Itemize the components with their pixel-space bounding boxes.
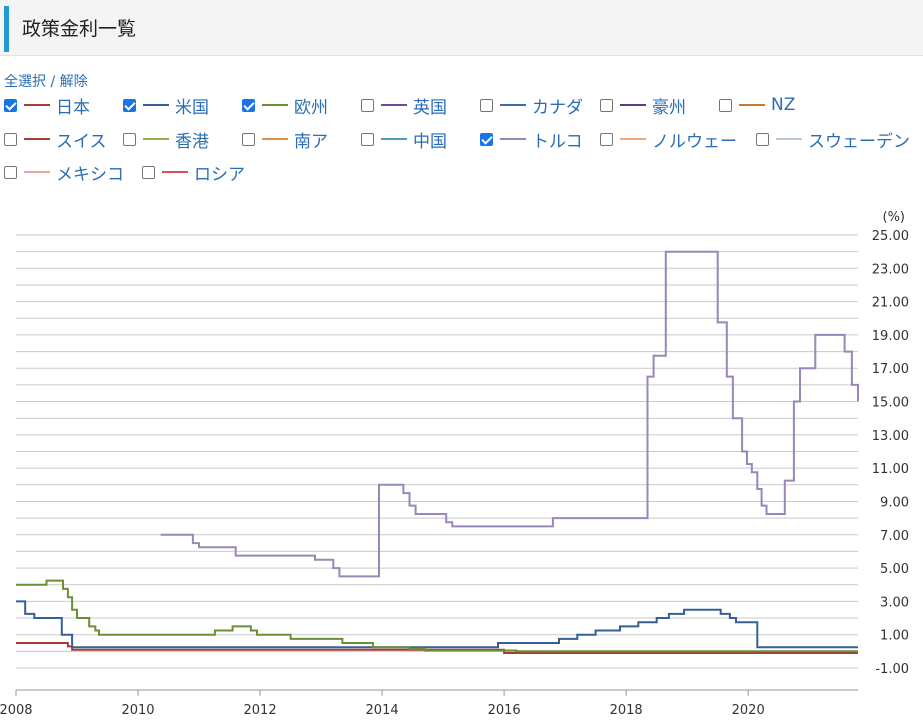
legend-swatch bbox=[24, 104, 50, 106]
legend-label: メキシコ bbox=[56, 164, 124, 185]
legend-swatch bbox=[739, 104, 765, 106]
legend-swatch bbox=[262, 104, 288, 106]
legend-item[interactable]: 香港 bbox=[123, 128, 209, 152]
legend-checkbox[interactable] bbox=[4, 132, 17, 146]
y-tick-label: 13.00 bbox=[872, 429, 909, 444]
legend-item[interactable]: スウェーデン bbox=[756, 128, 910, 152]
legend-swatch bbox=[776, 138, 802, 140]
legend-label: 英国 bbox=[413, 97, 447, 118]
legend-swatch bbox=[24, 171, 50, 173]
x-tick-label: 2014 bbox=[366, 703, 399, 718]
y-tick-label: 19.00 bbox=[872, 329, 909, 344]
legend-swatch bbox=[620, 104, 646, 106]
legend-checkbox[interactable] bbox=[480, 98, 493, 112]
legend-label: 香港 bbox=[175, 131, 209, 152]
legend-item[interactable]: ロシア bbox=[142, 161, 245, 185]
y-tick-label: 23.00 bbox=[872, 262, 909, 277]
legend-swatch bbox=[620, 138, 646, 140]
legend-item[interactable]: 南ア bbox=[242, 128, 328, 152]
legend-item[interactable]: 日本 bbox=[4, 94, 90, 118]
x-tick-label: 2016 bbox=[488, 703, 521, 718]
legend-label: 欧州 bbox=[294, 97, 328, 118]
deselect-all-link[interactable]: 解除 bbox=[60, 74, 88, 90]
series-line-2 bbox=[16, 579, 858, 653]
legend-checkbox[interactable] bbox=[361, 132, 374, 146]
page-header: 政策金利一覧 bbox=[0, 0, 923, 56]
legend-label: ロシア bbox=[194, 164, 245, 185]
legend-swatch bbox=[143, 104, 169, 106]
legend-swatch bbox=[381, 138, 407, 140]
legend-label: カナダ bbox=[532, 97, 583, 118]
legend-label: スイス bbox=[56, 131, 107, 152]
legend-item[interactable]: ノルウェー bbox=[600, 128, 737, 152]
y-tick-label: 9.00 bbox=[880, 495, 909, 510]
legend-checkbox[interactable] bbox=[242, 132, 255, 146]
y-tick-label: 25.00 bbox=[872, 229, 909, 244]
legend-label: 日本 bbox=[56, 97, 90, 118]
legend-item[interactable]: トルコ bbox=[480, 128, 583, 152]
x-tick-label: 2018 bbox=[610, 703, 643, 718]
legend-checkbox[interactable] bbox=[361, 98, 374, 112]
legend-label: 豪州 bbox=[652, 97, 686, 118]
x-tick-label: 2012 bbox=[244, 703, 277, 718]
legend-label: 南ア bbox=[294, 131, 328, 152]
legend-label: 中国 bbox=[413, 131, 447, 152]
selection-separator: / bbox=[50, 74, 56, 90]
legend-checkbox[interactable] bbox=[719, 98, 732, 112]
legend-item[interactable]: 中国 bbox=[361, 128, 447, 152]
series-line-1 bbox=[16, 600, 858, 649]
legend-item[interactable]: メキシコ bbox=[4, 161, 124, 185]
page-title: 政策金利一覧 bbox=[22, 18, 137, 40]
legend-label: スウェーデン bbox=[808, 131, 910, 152]
legend-checkbox[interactable] bbox=[123, 132, 136, 146]
legend-item[interactable]: 英国 bbox=[361, 94, 447, 118]
series-line-3 bbox=[160, 250, 859, 578]
legend-item[interactable]: NZ bbox=[719, 94, 795, 116]
y-tick-label: 7.00 bbox=[880, 529, 909, 544]
y-tick-label: 3.00 bbox=[880, 595, 909, 610]
x-tick-label: 2008 bbox=[0, 703, 33, 718]
y-tick-label: 21.00 bbox=[872, 296, 909, 311]
legend-checkbox[interactable] bbox=[756, 132, 769, 146]
legend-item[interactable]: スイス bbox=[4, 128, 107, 152]
legend-checkbox[interactable] bbox=[242, 98, 255, 112]
selection-controls: 全選択 / 解除 bbox=[4, 71, 88, 91]
header-accent-bar bbox=[4, 6, 9, 52]
legend-item[interactable]: 米国 bbox=[123, 94, 209, 118]
legend-label: 米国 bbox=[175, 97, 209, 118]
y-tick-label: 11.00 bbox=[872, 462, 909, 477]
legend-label: トルコ bbox=[532, 131, 583, 152]
y-tick-label: 17.00 bbox=[872, 362, 909, 377]
legend-checkbox[interactable] bbox=[123, 98, 136, 112]
legend-swatch bbox=[162, 171, 188, 173]
legend-swatch bbox=[24, 138, 50, 140]
legend-item[interactable]: 豪州 bbox=[600, 94, 686, 118]
legend-checkbox[interactable] bbox=[4, 98, 17, 112]
y-tick-label: 15.00 bbox=[872, 396, 909, 411]
y-tick-label: 1.00 bbox=[880, 629, 909, 644]
y-tick-label: -1.00 bbox=[875, 662, 909, 677]
policy-rate-chart: (%) 25.00 23.00 21.00 19.00 17.00 15.00 13.00 11… bbox=[0, 210, 909, 718]
legend-checkbox[interactable] bbox=[4, 165, 17, 179]
legend-checkbox[interactable] bbox=[142, 165, 155, 179]
legend-swatch bbox=[381, 104, 407, 106]
x-tick-label: 2010 bbox=[121, 703, 154, 718]
legend-item[interactable]: 欧州 bbox=[242, 94, 328, 118]
legend-item[interactable]: カナダ bbox=[480, 94, 583, 118]
y-tick-label: 5.00 bbox=[880, 562, 909, 577]
legend-label: ノルウェー bbox=[652, 131, 737, 152]
legend-checkbox[interactable] bbox=[480, 132, 493, 146]
legend-swatch bbox=[262, 138, 288, 140]
x-tick-label: 2020 bbox=[732, 703, 765, 718]
legend-swatch bbox=[500, 138, 526, 140]
legend-checkbox[interactable] bbox=[600, 132, 613, 146]
legend-checkbox[interactable] bbox=[600, 98, 613, 112]
legend-label: NZ bbox=[771, 95, 796, 115]
legend-swatch bbox=[143, 138, 169, 140]
y-unit-label: (%) bbox=[883, 210, 906, 225]
select-all-link[interactable]: 全選択 bbox=[4, 74, 46, 90]
legend-swatch bbox=[500, 104, 526, 106]
